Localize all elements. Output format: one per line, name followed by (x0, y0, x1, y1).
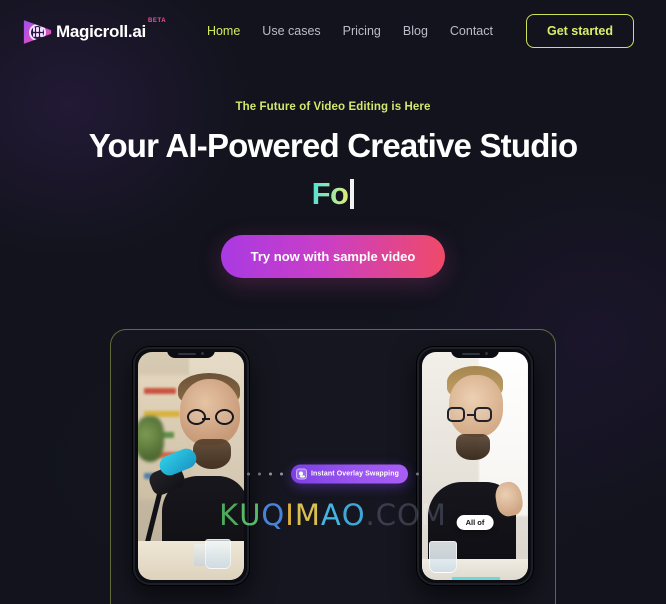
get-started-button[interactable]: Get started (526, 14, 634, 48)
overlay-swap-connector: Instant Overlay Swapping (247, 464, 419, 484)
badge-label: Instant Overlay Swapping (311, 470, 399, 478)
text-cursor (350, 178, 355, 209)
connector-dot (280, 472, 284, 476)
connector-dot (247, 472, 251, 476)
nav-item-use-cases[interactable]: Use cases (262, 24, 320, 38)
after-video-phone[interactable]: All of (417, 347, 533, 585)
landing-page: Magicroll.ai BETA Home Use cases Pricing… (0, 0, 666, 604)
brand-name: Magicroll.ai (56, 21, 146, 41)
site-header: Magicroll.ai BETA Home Use cases Pricing… (0, 0, 666, 62)
nav-item-pricing[interactable]: Pricing (343, 24, 381, 38)
before-video-phone[interactable] (133, 347, 249, 585)
connector-dot (415, 472, 419, 476)
brand-logo[interactable]: Magicroll.ai BETA (22, 15, 166, 48)
film-reel-icon (29, 23, 46, 41)
nav-item-contact[interactable]: Contact (450, 24, 493, 38)
connector-dot (258, 472, 262, 476)
beta-badge: BETA (147, 17, 167, 24)
video-showcase-panel: All of Instant Overlay Swapping (110, 329, 556, 604)
hero-headline: Your AI-Powered Creative Studio (88, 127, 578, 164)
magicroll-logo-icon (23, 20, 52, 44)
try-sample-video-button[interactable]: Try now with sample video (220, 234, 446, 278)
overlay-swap-icon (296, 468, 308, 480)
phone-notch (451, 349, 499, 358)
typed-text: Fo (311, 175, 349, 211)
talking-head-scene (422, 352, 528, 580)
hero-section: The Future of Video Editing is Here Your… (0, 62, 666, 278)
after-video-screen: All of (422, 352, 528, 580)
nav-item-home[interactable]: Home (207, 24, 240, 38)
podcast-scene (138, 352, 244, 580)
main-navigation: Home Use cases Pricing Blog Contact (207, 24, 493, 38)
hero-eyebrow: The Future of Video Editing is Here (235, 101, 431, 113)
hero-typewriter: Fo (0, 174, 666, 214)
video-caption: All of (456, 514, 494, 530)
connector-dot (269, 472, 273, 476)
instant-overlay-swapping-badge: Instant Overlay Swapping (291, 464, 408, 484)
before-video-screen (138, 352, 244, 580)
phone-notch (167, 349, 215, 358)
nav-item-blog[interactable]: Blog (403, 24, 428, 38)
